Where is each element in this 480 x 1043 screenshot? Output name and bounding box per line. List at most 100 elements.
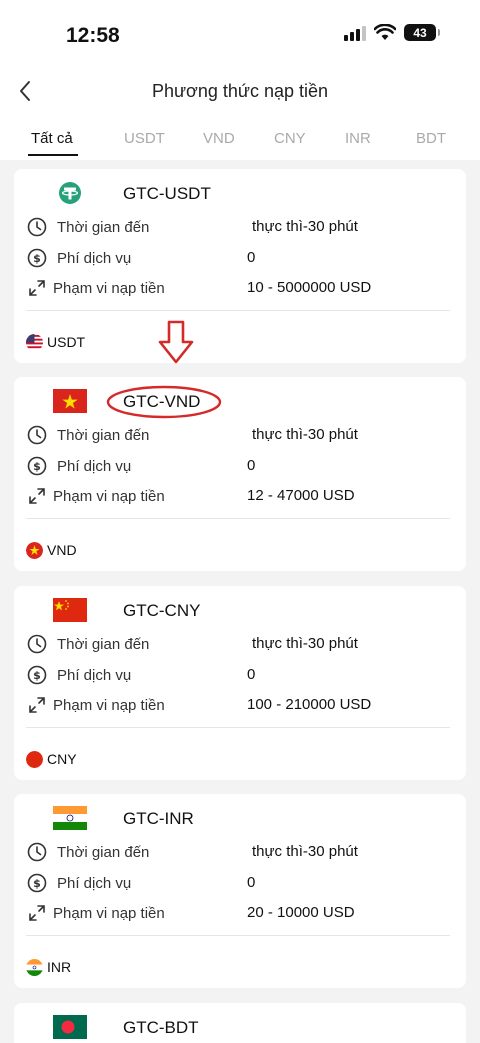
us-flag-icon [26,333,43,351]
payment-method-card-vnd[interactable]: GTC-VND Thời gian đến thực thì-30 phút $… [14,377,466,571]
nav-bar: Phương thức nạp tiền [0,70,480,114]
tab-usdt[interactable]: USDT [124,130,165,147]
divider [26,518,450,519]
status-icons: 43 [344,24,440,41]
deposit-range-row: Phạm vi nạp tiền 12 - 47000 USD [14,484,466,510]
currency-label: CNY [47,751,77,767]
deposit-range-label: Phạm vi nạp tiền [53,280,165,297]
battery-level: 43 [413,25,427,40]
expand-range-icon [29,488,45,504]
card-header: GTC-INR [14,802,466,836]
expand-range-icon [29,905,45,921]
tether-logo-icon [59,182,81,204]
card-header: GTC-USDT [14,177,466,211]
method-name: GTC-BDT [123,1018,199,1037]
method-name: GTC-CNY [123,601,201,620]
service-fee-value: 0 [247,874,256,891]
bangladesh-flag-icon [53,1015,87,1039]
arrival-time-label: Thời gian đến [57,427,150,444]
card-header: GTC-VND [14,385,466,419]
deposit-range-value: 10 - 5000000 USD [247,279,372,296]
arrival-time-row: Thời gian đến thực thì-30 phút [14,215,466,241]
arrival-time-label: Thời gian đến [57,636,150,653]
status-time: 12:58 [66,24,120,47]
status-bar: 12:58 43 [0,0,480,70]
arrival-time-row: Thời gian đến thực thì-30 phút [14,632,466,658]
currency-tag: CNY [26,749,77,769]
cellular-signal-icon [344,25,366,41]
arrival-time-value: thực thì-30 phút [252,426,358,443]
service-fee-value: 0 [247,457,256,474]
expand-range-icon [29,697,45,713]
tab-vnd[interactable]: VND [203,130,235,147]
svg-text:$: $ [33,877,41,890]
service-fee-label: Phí dịch vụ [57,250,132,267]
coin-icon: $ [27,456,47,476]
payment-method-card-inr[interactable]: GTC-INR Thời gian đến thực thì-30 phút $… [14,794,466,988]
coin-icon: $ [27,248,47,268]
svg-text:$: $ [33,460,41,473]
arrival-time-value: thực thì-30 phút [252,635,358,652]
deposit-range-value: 100 - 210000 USD [247,696,372,713]
tab-bdt[interactable]: BDT [416,130,446,147]
arrival-time-row: Thời gian đến thực thì-30 phút [14,840,466,866]
china-flag-dot-icon [26,750,43,768]
tab-inr[interactable]: INR [345,130,371,147]
vietnam-flag-dot-icon [26,541,43,559]
deposit-range-label: Phạm vi nạp tiền [53,905,165,922]
currency-label: VND [47,542,77,558]
header-area: 12:58 43 Phương thức nạp tiền Tất cả USD… [0,0,480,160]
divider [26,310,450,311]
deposit-range-row: Phạm vi nạp tiền 10 - 5000000 USD [14,276,466,302]
service-fee-row: $ Phí dịch vụ 0 [14,663,466,689]
arrival-time-row: Thời gian đến thực thì-30 phút [14,423,466,449]
method-name: GTC-INR [123,809,194,828]
page-title: Phương thức nạp tiền [151,81,328,101]
wifi-icon [374,24,396,40]
deposit-range-label: Phạm vi nạp tiền [53,488,165,505]
card-header: GTC-CNY [14,594,466,628]
deposit-range-value: 20 - 10000 USD [247,904,355,921]
annotation-down-arrow [158,320,194,364]
coin-icon: $ [27,873,47,893]
clock-icon [27,217,47,237]
clock-icon [27,634,47,654]
svg-text:$: $ [33,252,41,265]
currency-tag: VND [26,540,77,560]
active-tab-indicator [28,154,78,156]
svg-text:$: $ [33,669,41,682]
service-fee-value: 0 [247,249,256,266]
battery-icon: 43 [404,24,440,41]
divider [26,727,450,728]
currency-tag: INR [26,957,71,977]
india-flag-dot-icon [26,958,43,976]
tab-cny[interactable]: CNY [274,130,306,147]
currency-tag: USDT [26,332,85,352]
method-name: GTC-USDT [123,184,211,203]
expand-range-icon [29,280,45,296]
annotation-highlight-ellipse [106,385,222,419]
clock-icon [27,425,47,445]
india-flag-icon [53,806,87,830]
currency-tabs: Tất cả USDT VND CNY INR BDT [0,124,480,160]
deposit-range-label: Phạm vi nạp tiền [53,697,165,714]
arrival-time-label: Thời gian đến [57,219,150,236]
service-fee-row: $ Phí dịch vụ 0 [14,871,466,897]
currency-label: USDT [47,334,86,350]
payment-method-card-usdt[interactable]: GTC-USDT Thời gian đến thực thì-30 phút … [14,169,466,363]
clock-icon [27,842,47,862]
card-header: GTC-BDT [14,1011,466,1043]
deposit-range-value: 12 - 47000 USD [247,487,355,504]
service-fee-label: Phí dịch vụ [57,458,132,475]
service-fee-label: Phí dịch vụ [57,875,132,892]
divider [26,935,450,936]
payment-method-card-bdt[interactable]: GTC-BDT [14,1003,466,1043]
service-fee-value: 0 [247,666,256,683]
tab-all[interactable]: Tất cả [31,130,73,147]
coin-icon: $ [27,665,47,685]
deposit-range-row: Phạm vi nạp tiền 20 - 10000 USD [14,901,466,927]
deposit-range-row: Phạm vi nạp tiền 100 - 210000 USD [14,693,466,719]
service-fee-label: Phí dịch vụ [57,667,132,684]
payment-method-card-cny[interactable]: GTC-CNY Thời gian đến thực thì-30 phút $… [14,586,466,780]
arrival-time-value: thực thì-30 phút [252,843,358,860]
